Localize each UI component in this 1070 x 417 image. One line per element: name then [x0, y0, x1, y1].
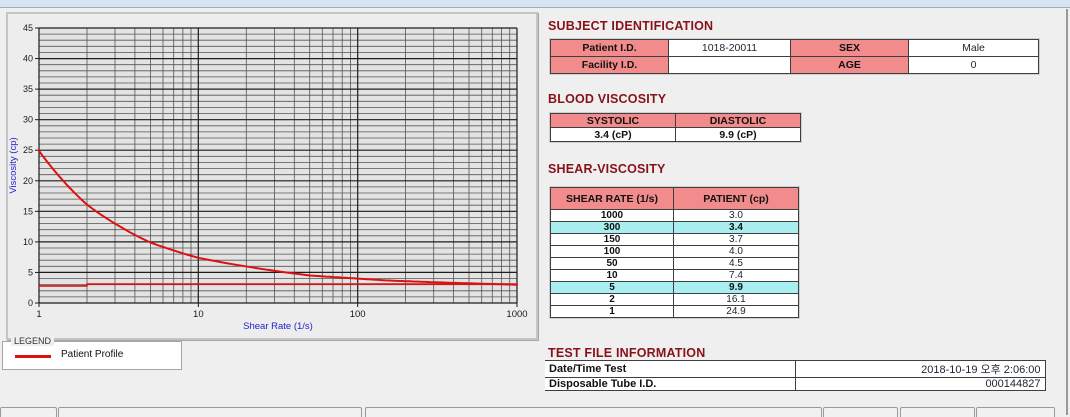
table-row: SYSTOLIC DIASTOLIC [551, 114, 801, 128]
diastolic-header: DIASTOLIC [676, 114, 801, 128]
patient-cp-cell: 3.4 [674, 222, 799, 234]
shear-viscosity-row: 3003.4 [551, 222, 799, 234]
test-file-information-table: Date/Time Test 2018-10-19 오후 2:06:00 Dis… [545, 360, 1046, 391]
disposable-tube-id-label: Disposable Tube I.D. [545, 378, 795, 391]
sex-value: Male [909, 40, 1039, 57]
svg-text:1: 1 [36, 309, 41, 320]
shear-rate-cell: 2 [551, 294, 674, 306]
shear-viscosity-table: SHEAR RATE (1/s) PATIENT (cp) 10003.0300… [550, 187, 799, 318]
shear-rate-cell: 1 [551, 306, 674, 318]
patient-cp-cell: 4.5 [674, 258, 799, 270]
patient-cp-cell: 7.4 [674, 270, 799, 282]
table-header-row: SHEAR RATE (1/s) PATIENT (cp) [551, 188, 799, 210]
bottom-cutoff-button[interactable] [823, 407, 898, 417]
svg-text:15: 15 [23, 206, 33, 216]
shear-viscosity-row: 504.5 [551, 258, 799, 270]
legend-box-label: LEGEND [11, 336, 54, 346]
svg-text:100: 100 [350, 309, 366, 320]
patient-cp-cell: 24.9 [674, 306, 799, 318]
age-label: AGE [791, 57, 909, 74]
legend-box: LEGEND Patient Profile [2, 341, 182, 370]
patient-cp-cell: 3.0 [674, 210, 799, 222]
table-row: Date/Time Test 2018-10-19 오후 2:06:00 [545, 361, 1045, 378]
svg-text:0: 0 [28, 298, 33, 308]
table-row: 3.4 (cP) 9.9 (cP) [551, 128, 801, 142]
viscosity-chart-panel: 0 5 10 15 20 25 30 35 40 45 1 10 100 1000 Shear Rate (… [6, 12, 538, 340]
shear-viscosity-heading: SHEAR-VISCOSITY [548, 162, 666, 176]
patient-cp-cell: 4.0 [674, 246, 799, 258]
systolic-header: SYSTOLIC [551, 114, 676, 128]
bottom-cutoff-button[interactable] [58, 407, 362, 417]
blood-viscosity-heading: BLOOD VISCOSITY [548, 92, 666, 106]
svg-text:40: 40 [23, 54, 33, 64]
shear-viscosity-row: 1004.0 [551, 246, 799, 258]
date-time-test-label: Date/Time Test [545, 361, 795, 378]
disposable-tube-id-value: 000144827 [795, 378, 1045, 391]
blood-viscosity-table: SYSTOLIC DIASTOLIC 3.4 (cP) 9.9 (cP) [550, 113, 801, 142]
patient-cp-cell: 16.1 [674, 294, 799, 306]
legend-entry-label: Patient Profile [61, 349, 123, 360]
bottom-cutoff-button[interactable] [900, 407, 975, 417]
shear-rate-header: SHEAR RATE (1/s) [551, 188, 674, 210]
viscosity-chart: 0 5 10 15 20 25 30 35 40 45 1 10 100 1000 Shear Rate (… [7, 13, 537, 339]
shear-rate-cell: 300 [551, 222, 674, 234]
shear-rate-cell: 150 [551, 234, 674, 246]
shear-viscosity-row: 10003.0 [551, 210, 799, 222]
shear-viscosity-row: 124.9 [551, 306, 799, 318]
bottom-cutoff-button[interactable] [365, 407, 822, 417]
shear-rate-cell: 50 [551, 258, 674, 270]
shear-rate-cell: 1000 [551, 210, 674, 222]
svg-text:5: 5 [28, 267, 33, 277]
patient-profile-line-swatch [15, 355, 51, 358]
systolic-value: 3.4 (cP) [551, 128, 676, 142]
diastolic-value: 9.9 (cP) [676, 128, 801, 142]
svg-text:Shear Rate (1/s): Shear Rate (1/s) [243, 321, 313, 332]
patient-id-value: 1018-20011 [669, 40, 791, 57]
svg-text:10: 10 [193, 309, 204, 320]
age-value: 0 [909, 57, 1039, 74]
test-file-information-heading: TEST FILE INFORMATION [548, 346, 705, 360]
subject-identification-heading: SUBJECT IDENTIFICATION [548, 19, 713, 33]
shear-rate-cell: 10 [551, 270, 674, 282]
table-row: Facility I.D. AGE 0 [551, 57, 1039, 74]
date-time-test-value: 2018-10-19 오후 2:06:00 [795, 361, 1045, 378]
svg-text:30: 30 [23, 115, 33, 125]
shear-viscosity-row: 59.9 [551, 282, 799, 294]
patient-cp-header: PATIENT (cp) [674, 188, 799, 210]
shear-viscosity-row: 107.4 [551, 270, 799, 282]
patient-id-label: Patient I.D. [551, 40, 669, 57]
patient-cp-cell: 9.9 [674, 282, 799, 294]
svg-text:1000: 1000 [506, 309, 527, 320]
patient-cp-cell: 3.7 [674, 234, 799, 246]
subject-identification-table: Patient I.D. 1018-20011 SEX Male Facilit… [550, 39, 1039, 74]
svg-text:25: 25 [23, 145, 33, 155]
sex-label: SEX [791, 40, 909, 57]
svg-text:35: 35 [23, 84, 33, 94]
shear-rate-cell: 5 [551, 282, 674, 294]
facility-id-value [669, 57, 791, 74]
svg-text:10: 10 [23, 237, 33, 247]
shear-rate-cell: 100 [551, 246, 674, 258]
table-row: Disposable Tube I.D. 000144827 [545, 378, 1045, 391]
svg-text:Viscosity (cp): Viscosity (cp) [8, 137, 19, 193]
facility-id-label: Facility I.D. [551, 57, 669, 74]
shear-viscosity-row: 1503.7 [551, 234, 799, 246]
svg-text:20: 20 [23, 176, 33, 186]
shear-viscosity-row: 216.1 [551, 294, 799, 306]
window-right-border [1066, 9, 1068, 415]
table-row: Patient I.D. 1018-20011 SEX Male [551, 40, 1039, 57]
bottom-cutoff-button[interactable] [976, 407, 1055, 417]
window-top-bar [0, 0, 1070, 8]
bottom-cutoff-button[interactable] [0, 407, 57, 417]
svg-text:45: 45 [23, 23, 33, 33]
